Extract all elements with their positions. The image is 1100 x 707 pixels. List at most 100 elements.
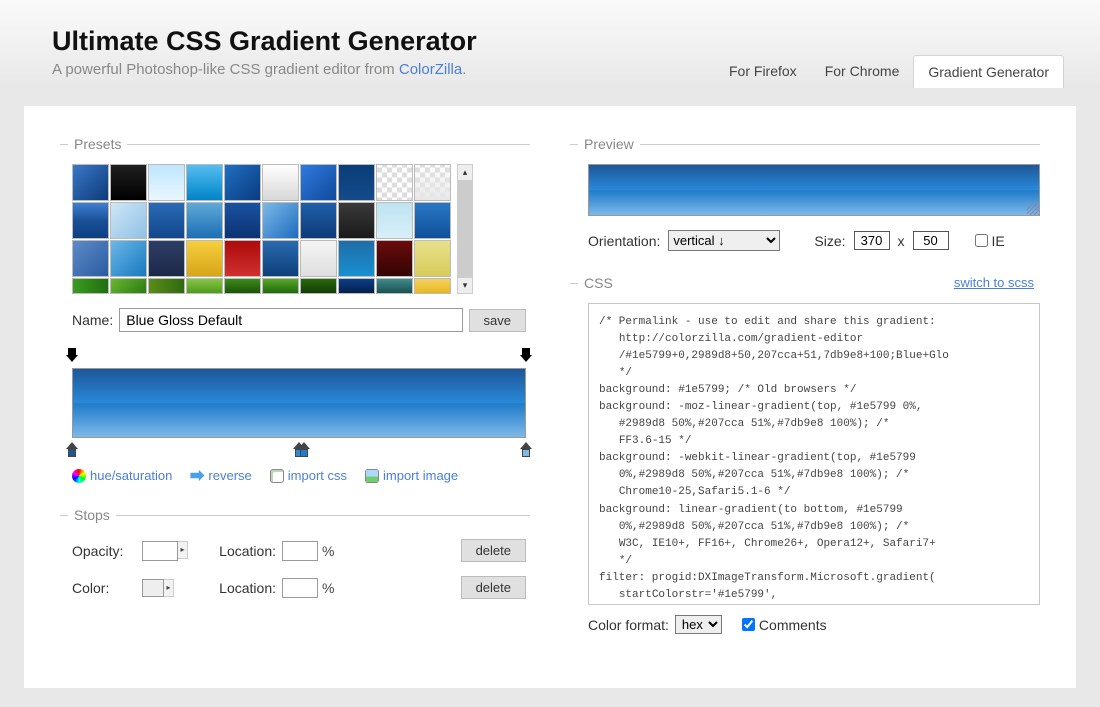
opacity-track[interactable]	[72, 348, 526, 366]
preset-swatch[interactable]	[224, 164, 261, 201]
reverse-link[interactable]: reverse	[190, 468, 251, 483]
height-input[interactable]	[913, 231, 949, 250]
color-track[interactable]	[72, 440, 526, 458]
preset-swatch[interactable]	[376, 164, 413, 201]
css-output[interactable]: /* Permalink - use to edit and share thi…	[588, 303, 1040, 605]
opacity-stop-marker[interactable]	[65, 348, 79, 364]
color-location-unit: %	[322, 580, 352, 596]
comments-checkbox[interactable]	[742, 618, 755, 631]
preset-swatch[interactable]	[338, 278, 375, 294]
hue-saturation-link[interactable]: hue/saturation	[72, 468, 172, 483]
opacity-location-unit: %	[322, 543, 352, 559]
preset-swatch[interactable]	[376, 240, 413, 277]
preset-swatch[interactable]	[186, 202, 223, 239]
width-input[interactable]	[854, 231, 890, 250]
gradient-editor	[72, 348, 526, 458]
preset-swatch[interactable]	[110, 202, 147, 239]
presets-legend: Presets	[68, 136, 127, 152]
preset-swatch[interactable]	[148, 202, 185, 239]
colorzilla-link[interactable]: ColorZilla	[399, 61, 462, 78]
opacity-location-label: Location:	[192, 543, 282, 559]
preset-swatch[interactable]	[224, 240, 261, 277]
gradient-bar[interactable]	[72, 368, 526, 438]
main-container: Presets ▴ ▾ Name: save hue/satu	[24, 106, 1076, 688]
preset-swatch[interactable]	[72, 240, 109, 277]
preset-swatch[interactable]	[414, 164, 451, 201]
preset-swatch[interactable]	[110, 240, 147, 277]
preset-swatch[interactable]	[300, 278, 337, 294]
preset-swatch[interactable]	[148, 240, 185, 277]
preset-swatch[interactable]	[338, 164, 375, 201]
reverse-icon	[190, 469, 204, 483]
color-location-label: Location:	[192, 580, 282, 596]
opacity-stop-marker[interactable]	[519, 348, 533, 364]
preset-swatch[interactable]	[72, 202, 109, 239]
preset-swatch[interactable]	[376, 278, 413, 294]
preset-swatch[interactable]	[300, 240, 337, 277]
switch-scss-link[interactable]: switch to scss	[948, 275, 1034, 291]
nav-chrome[interactable]: For Chrome	[811, 55, 914, 88]
preset-swatch[interactable]	[300, 164, 337, 201]
scroll-up-icon[interactable]: ▴	[463, 167, 468, 178]
import-css-link[interactable]: import css	[270, 468, 347, 483]
preset-swatch[interactable]	[224, 202, 261, 239]
color-format-label: Color format:	[588, 617, 669, 633]
preset-swatch[interactable]	[72, 164, 109, 201]
import-image-link[interactable]: import image	[365, 468, 458, 483]
page-title: Ultimate CSS Gradient Generator	[52, 26, 1048, 57]
comments-label: Comments	[759, 617, 827, 633]
color-dropdown-icon[interactable]: ▸	[164, 579, 174, 597]
color-stop-marker[interactable]	[519, 442, 533, 458]
scroll-down-icon[interactable]: ▾	[463, 280, 468, 291]
preset-swatch[interactable]	[110, 164, 147, 201]
name-input[interactable]	[119, 308, 462, 332]
css-fieldset: CSS switch to scss /* Permalink - use to…	[570, 275, 1040, 648]
tool-row: hue/saturation reverse import css import…	[72, 468, 526, 483]
opacity-delete-button[interactable]: delete	[461, 539, 526, 562]
color-stop-marker[interactable]	[65, 442, 79, 458]
resize-handle-icon[interactable]	[1027, 203, 1039, 215]
import-css-icon	[270, 469, 284, 483]
preset-scrollbar[interactable]: ▴ ▾	[457, 164, 473, 294]
preset-swatch[interactable]	[300, 202, 337, 239]
preset-swatch[interactable]	[186, 240, 223, 277]
preset-swatch[interactable]	[186, 278, 223, 294]
preset-swatch[interactable]	[72, 278, 109, 294]
presets-fieldset: Presets ▴ ▾ Name: save hue/satu	[60, 136, 530, 497]
color-format-select[interactable]: hex	[675, 615, 722, 634]
preset-swatch[interactable]	[414, 240, 451, 277]
color-label: Color:	[72, 580, 142, 596]
nav-firefox[interactable]: For Firefox	[715, 55, 811, 88]
scroll-thumb[interactable]	[458, 180, 472, 278]
preset-swatch[interactable]	[148, 164, 185, 201]
preset-swatch[interactable]	[186, 164, 223, 201]
orientation-select[interactable]: vertical ↓	[668, 230, 780, 251]
orientation-label: Orientation:	[588, 233, 660, 249]
css-legend: CSS	[584, 275, 613, 291]
ie-checkbox[interactable]	[975, 234, 988, 247]
preset-swatch[interactable]	[110, 278, 147, 294]
preset-swatch[interactable]	[338, 240, 375, 277]
preset-swatch[interactable]	[414, 202, 451, 239]
opacity-label: Opacity:	[72, 543, 142, 559]
preset-swatch[interactable]	[262, 240, 299, 277]
opacity-input[interactable]	[142, 541, 178, 561]
preset-swatch[interactable]	[376, 202, 413, 239]
color-stop-marker[interactable]	[297, 442, 311, 458]
preset-swatch[interactable]	[262, 202, 299, 239]
color-delete-button[interactable]: delete	[461, 576, 526, 599]
color-swatch[interactable]	[142, 579, 164, 597]
preview-fieldset: Preview Orientation: vertical ↓ Size: x …	[570, 136, 1040, 265]
save-button[interactable]: save	[469, 309, 526, 332]
preset-swatch[interactable]	[338, 202, 375, 239]
preset-swatch[interactable]	[414, 278, 451, 294]
color-location-input[interactable]	[282, 578, 318, 598]
preset-swatch[interactable]	[262, 278, 299, 294]
preset-swatch[interactable]	[148, 278, 185, 294]
preset-swatch[interactable]	[224, 278, 261, 294]
opacity-dropdown-icon[interactable]: ▸	[178, 541, 188, 559]
page-header: Ultimate CSS Gradient Generator A powerf…	[0, 0, 1100, 88]
nav-gradient-generator[interactable]: Gradient Generator	[913, 55, 1064, 88]
opacity-location-input[interactable]	[282, 541, 318, 561]
preset-swatch[interactable]	[262, 164, 299, 201]
